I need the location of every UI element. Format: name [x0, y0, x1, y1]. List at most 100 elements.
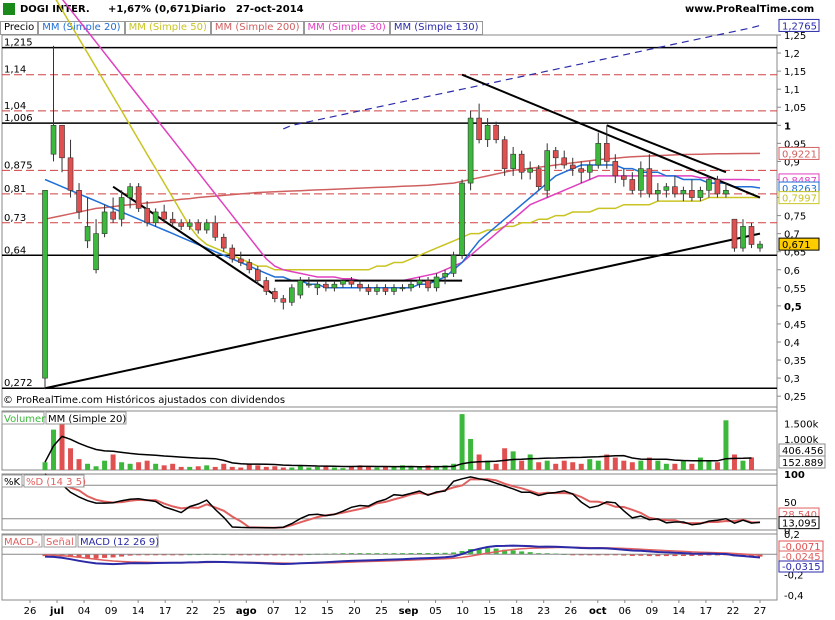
x-tick-label: 10: [456, 606, 469, 617]
candle: [374, 287, 380, 292]
candle: [365, 287, 372, 292]
volume-bar: [612, 457, 618, 470]
x-tick-label: 09: [645, 606, 658, 617]
trendline: [606, 124, 727, 174]
candle: [689, 190, 695, 198]
macd-value-label: -0,0315: [782, 562, 821, 573]
copyright-note: © ProRealTime.com Históricos ajustados c…: [3, 395, 286, 406]
volume-bar: [655, 460, 661, 470]
volume-bar: [714, 462, 720, 470]
volume-bar: [697, 457, 703, 470]
x-tick-label: oct: [589, 606, 607, 617]
volume-bar: [348, 466, 354, 470]
stoch-legend-d: %D (14 3 5): [26, 477, 86, 488]
price-tick-label: 0,3: [784, 374, 800, 385]
x-tick-label: 14: [673, 606, 686, 617]
price-tick-label: 1,05: [784, 103, 806, 114]
candle: [314, 283, 321, 289]
x-tick-label: 26: [24, 606, 37, 617]
x-tick-label: sep: [399, 606, 419, 617]
candle: [186, 222, 193, 227]
candle: [748, 226, 755, 245]
candle: [297, 280, 304, 296]
candle: [433, 276, 440, 289]
volume-bar: [59, 417, 65, 470]
volume-bar: [510, 451, 516, 470]
volume-bar: [127, 463, 133, 470]
volume-bar: [212, 466, 218, 470]
level-label: 0,81: [4, 184, 26, 195]
volume-bar: [161, 465, 167, 470]
ma20-line: [44, 164, 761, 289]
volume-bar: [153, 463, 159, 470]
macd-signal-line: [44, 546, 761, 565]
candle: [714, 179, 721, 195]
volume-bar: [519, 460, 525, 470]
candle: [416, 280, 423, 285]
volume-bar: [110, 454, 116, 470]
stoch-legend-k: %K: [4, 477, 21, 488]
volume-bar: [689, 463, 695, 470]
candle: [467, 117, 474, 184]
chart-canvas: 1,251,21,151,11,0510,950,90,850,80,750,7…: [1, 0, 826, 617]
volume-bar: [289, 467, 295, 470]
macd-histogram-bar: [102, 554, 108, 558]
volume-bar: [587, 459, 593, 470]
ma30-line: [61, 0, 761, 282]
value-tag-label: 1,2765: [782, 21, 817, 32]
volume-bar: [238, 467, 244, 470]
volume-bar: [382, 466, 388, 470]
price-tick-label: 0,25: [784, 392, 806, 403]
value-tag-label: 0,7997: [782, 194, 817, 205]
x-tick-label: 15: [483, 606, 496, 617]
candle: [663, 186, 670, 191]
candle: [595, 143, 602, 166]
candle: [425, 280, 431, 289]
x-tick-label: jul: [49, 606, 64, 617]
value-tag-label: 0,671: [782, 240, 811, 251]
level-label: 1,04: [4, 101, 26, 112]
volume-bar: [553, 463, 559, 470]
candle: [127, 186, 133, 198]
candle: [578, 168, 585, 173]
candle: [518, 153, 525, 173]
candle: [135, 186, 142, 209]
candle: [706, 179, 712, 191]
volume-bar: [748, 457, 754, 470]
volume-value-label: 152.889: [782, 458, 823, 469]
volume-bar: [578, 463, 584, 470]
x-tick-label: 23: [537, 606, 550, 617]
volume-bar: [204, 465, 210, 470]
candle: [195, 222, 202, 231]
candle: [280, 298, 287, 303]
candle: [67, 157, 74, 191]
volume-bar: [102, 460, 108, 470]
candle: [697, 190, 704, 198]
candle: [323, 283, 329, 289]
stoch-tick-label: 50: [784, 498, 797, 509]
value-tag-label: 0,9221: [782, 149, 817, 160]
candle: [59, 124, 65, 159]
volume-bar: [340, 468, 346, 470]
x-tick-label: 18: [510, 606, 523, 617]
candle: [646, 168, 653, 195]
price-tick-label: 0,55: [784, 284, 806, 295]
volume-bar: [527, 454, 533, 470]
candle: [246, 262, 253, 271]
volume-bar: [144, 460, 150, 470]
level-label: 0,64: [4, 245, 26, 256]
candle: [263, 280, 270, 292]
candle: [229, 247, 236, 260]
volume-bar: [68, 448, 74, 470]
candle: [254, 269, 261, 281]
volume-bar: [459, 414, 465, 470]
volume-bar: [93, 466, 99, 470]
volume-bar: [374, 467, 380, 470]
candle: [680, 190, 687, 195]
candle: [501, 139, 508, 169]
price-tick-label: 0,6: [784, 266, 800, 277]
volume-bar: [680, 460, 686, 470]
candle: [161, 211, 167, 220]
price-panel-frame: [1, 34, 778, 408]
trendline: [44, 232, 761, 390]
